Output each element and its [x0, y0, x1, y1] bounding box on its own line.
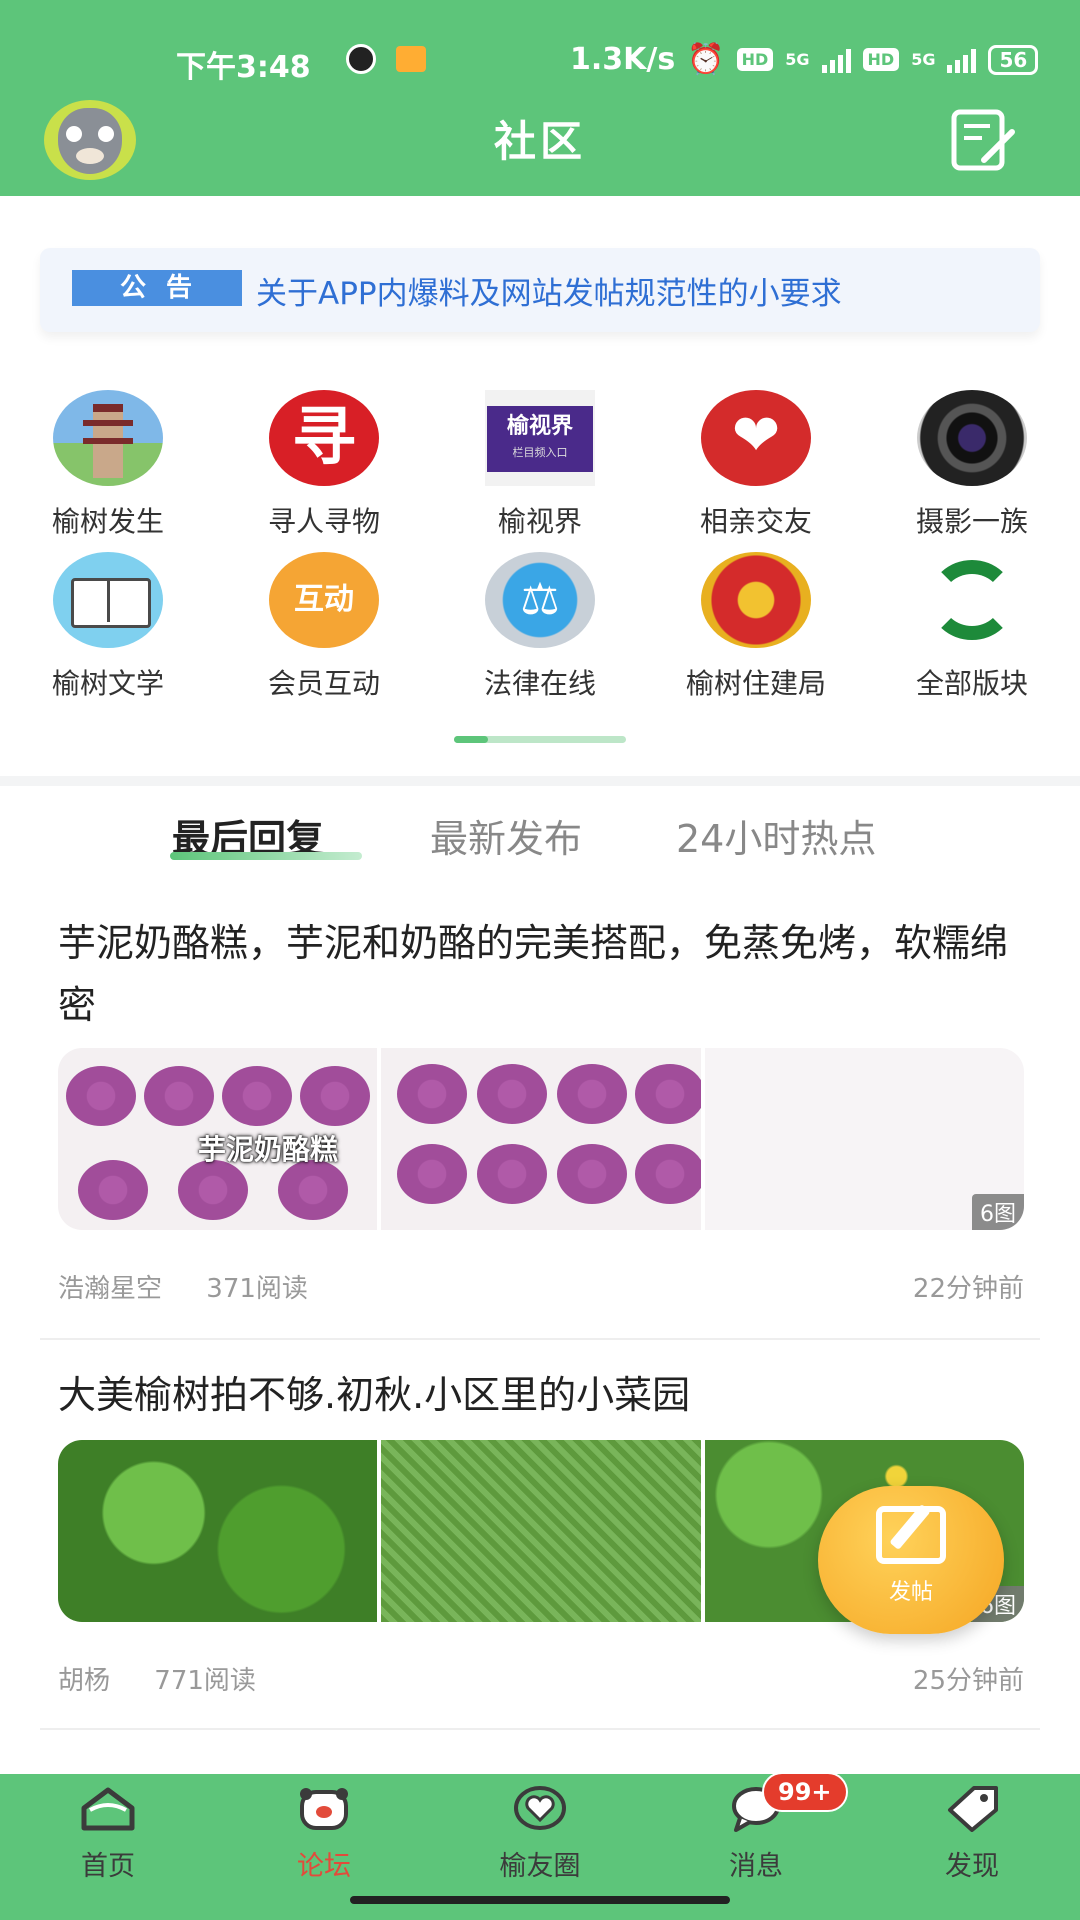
all-sections-icon [917, 552, 1027, 648]
signal-icon-2 [947, 47, 977, 73]
tv-logo-subtext: 栏目频入口 [512, 446, 568, 459]
post-meta: 胡杨 771阅读 25分钟前 [58, 1660, 1024, 1697]
post-image[interactable]: 6图 [704, 1048, 1024, 1230]
camera-lens-icon [917, 390, 1027, 486]
post-separator [40, 1728, 1040, 1730]
post-images[interactable]: 芋泥奶酪糕 6图 [58, 1048, 1024, 1230]
new-post-button[interactable]: 发帖 [818, 1486, 1004, 1634]
post-title[interactable]: 芋泥奶酪糕，芋泥和奶酪的完美搭配，免蒸免烤，软糯绵密 [58, 912, 1018, 1036]
nav-friends-circle[interactable]: 榆友圈 [432, 1784, 648, 1883]
status-left-icons [346, 44, 426, 74]
category-law-online[interactable]: ⚖ 法律在线 [432, 552, 648, 702]
announcement-bar[interactable]: 公告 关于APP内爆料及网站发帖规范性的小要求 [40, 248, 1040, 332]
category-dating[interactable]: ❤ 相亲交友 [648, 390, 864, 540]
announcement-tag: 公告 [72, 270, 242, 306]
feed-tabs: 最后回复 最新发布 24小时热点 [0, 800, 1080, 870]
nav-label: 发现 [945, 1851, 999, 1882]
forum-icon [300, 1788, 348, 1830]
tv-logo-text: 榆视界 [506, 413, 573, 439]
category-label: 法律在线 [483, 667, 596, 700]
nav-forum[interactable]: 论坛 [216, 1784, 432, 1883]
category-yushu-happening[interactable]: 榆树发生 [0, 390, 216, 540]
image-caption: 芋泥奶酪糕 [198, 1133, 339, 1166]
edit-note-icon[interactable] [950, 108, 1016, 172]
notification-icon [396, 46, 426, 72]
post-image[interactable] [381, 1440, 701, 1622]
network-type-2: 5G [911, 50, 936, 69]
post-separator [40, 1338, 1040, 1340]
discover-icon [948, 1786, 998, 1832]
post-title[interactable]: 大美榆树拍不够.初秋.小区里的小菜园 [58, 1364, 1018, 1426]
interact-icon: 互动 [269, 552, 379, 648]
post-reads: 371阅读 [206, 1274, 308, 1304]
category-label: 榆树住建局 [685, 667, 826, 700]
nav-label: 榆友圈 [499, 1851, 581, 1882]
category-member-interaction[interactable]: 互动 会员互动 [216, 552, 432, 702]
network-type: 5G [785, 50, 810, 69]
tab-latest[interactable]: 最新发布 [430, 808, 582, 863]
hd-icon: HD [736, 48, 774, 71]
category-yushu-vision[interactable]: 榆视界 栏目频入口 榆视界 [432, 390, 648, 540]
find-icon: 寻 [269, 390, 379, 486]
category-label: 榆视界 [497, 505, 582, 538]
category-housing-bureau[interactable]: 榆树住建局 [648, 552, 864, 702]
category-label: 榆树文学 [51, 667, 164, 700]
heart-circle-icon [514, 1786, 566, 1830]
app-header: 下午3:48 1.3K/s ⏰ HD 5G HD 5G 56 社区 [0, 0, 1080, 196]
grid-page-indicator [454, 736, 626, 743]
unread-message-badge: 99+ [762, 1772, 848, 1812]
category-literature[interactable]: 榆树文学 [0, 552, 216, 702]
nav-home[interactable]: 首页 [0, 1784, 216, 1883]
active-tab-underline [170, 852, 362, 860]
category-label: 榆树发生 [51, 505, 164, 538]
home-indicator[interactable] [350, 1896, 730, 1904]
page-indicator-active [454, 736, 488, 743]
category-find-people[interactable]: 寻 寻人寻物 [216, 390, 432, 540]
nav-label: 论坛 [297, 1851, 351, 1882]
tab-24h-hot[interactable]: 24小时热点 [676, 808, 876, 863]
heart-icon: ❤ [701, 390, 811, 486]
record-indicator-icon [346, 44, 376, 74]
post-author[interactable]: 胡杨 [58, 1666, 110, 1696]
post-meta: 浩瀚星空 371阅读 22分钟前 [58, 1268, 1024, 1305]
post-image[interactable]: 芋泥奶酪糕 [58, 1048, 378, 1230]
nav-label: 消息 [729, 1851, 783, 1882]
post-time: 22分钟前 [912, 1274, 1024, 1304]
status-bar: 下午3:48 1.3K/s ⏰ HD 5G HD 5G 56 [0, 30, 1080, 90]
post-author[interactable]: 浩瀚星空 [58, 1274, 162, 1304]
nav-discover[interactable]: 发现 [864, 1784, 1080, 1883]
category-all-sections[interactable]: 全部版块 [864, 552, 1080, 702]
category-label: 摄影一族 [915, 505, 1028, 538]
pagoda-icon [53, 390, 163, 486]
signal-icon [821, 47, 851, 73]
scales-icon: ⚖ [485, 552, 595, 648]
new-post-label: 发帖 [888, 1580, 933, 1605]
book-icon [53, 552, 163, 648]
network-speed: 1.3K/s [570, 42, 676, 77]
battery-icon: 56 [988, 44, 1039, 75]
home-icon [81, 1787, 135, 1831]
post-image[interactable] [58, 1440, 378, 1622]
page-title: 社区 [493, 117, 586, 166]
category-label: 全部版块 [915, 667, 1028, 700]
category-label: 寻人寻物 [267, 505, 380, 538]
alarm-icon: ⏰ [687, 42, 725, 77]
nav-label: 首页 [81, 1851, 135, 1882]
announcement-text: 关于APP内爆料及网站发帖规范性的小要求 [256, 276, 842, 312]
status-right: 1.3K/s ⏰ HD 5G HD 5G 56 [570, 42, 1039, 77]
post-time: 25分钟前 [912, 1666, 1024, 1696]
edit-icon [876, 1506, 946, 1564]
hd-icon-2: HD [862, 48, 900, 71]
post-image[interactable] [381, 1048, 701, 1230]
category-label: 相亲交友 [699, 505, 812, 538]
emblem-icon [701, 552, 811, 648]
category-photography[interactable]: 摄影一族 [864, 390, 1080, 540]
status-time: 下午3:48 [176, 50, 311, 85]
tv-logo-icon: 榆视界 栏目频入口 [485, 390, 595, 486]
post-reads: 771阅读 [154, 1666, 256, 1696]
image-count-badge: 6图 [971, 1194, 1024, 1230]
section-divider [0, 776, 1080, 786]
category-label: 会员互动 [267, 667, 380, 700]
